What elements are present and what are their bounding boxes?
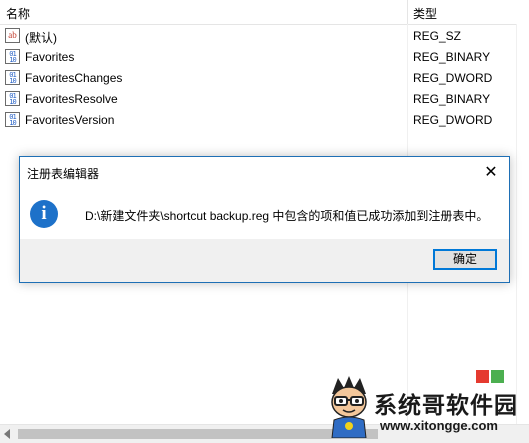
value-type: REG_BINARY <box>413 92 491 106</box>
column-header-type[interactable]: 类型 <box>413 5 437 22</box>
value-type: REG_SZ <box>413 29 462 43</box>
mascot-icon <box>331 376 367 438</box>
value-name: (默认) <box>25 31 57 45</box>
site-watermark: 系统哥软件园 www.xitongge.com <box>318 366 529 442</box>
registry-value-row[interactable]: 01 10 Favorites REG_BINARY <box>0 47 529 68</box>
windows-logo-icon <box>476 370 504 384</box>
column-divider[interactable] <box>407 0 408 24</box>
binary-value-icon: 01 10 <box>5 49 20 64</box>
value-name: FavoritesResolve <box>25 92 118 106</box>
binary-value-icon: 01 10 <box>5 91 20 106</box>
string-value-icon: ab <box>5 28 20 43</box>
dialog-message: D:\新建文件夹\shortcut backup.reg 中包含的项和值已成功添… <box>85 209 489 223</box>
registry-value-row[interactable]: ab (默认) REG_SZ <box>0 26 529 47</box>
value-type: REG_DWORD <box>413 113 493 127</box>
value-name: FavoritesChanges <box>25 71 123 85</box>
binary-value-icon: 01 10 <box>5 112 20 127</box>
column-header-name[interactable]: 名称 <box>6 5 30 22</box>
brand-url: www.xitongge.com <box>380 418 498 433</box>
close-icon[interactable]: ✕ <box>474 158 508 186</box>
registry-editor-dialog: 注册表编辑器 ✕ i D:\新建文件夹\shortcut backup.reg … <box>19 156 510 283</box>
ok-button[interactable]: 确定 <box>433 249 497 270</box>
value-type: REG_DWORD <box>413 71 493 85</box>
scroll-left-arrow-icon[interactable] <box>4 429 10 439</box>
registry-value-row[interactable]: 01 10 FavoritesVersion REG_DWORD <box>0 110 529 131</box>
dialog-title: 注册表编辑器 <box>27 167 100 181</box>
value-name: FavoritesVersion <box>25 113 115 127</box>
column-header: 名称 类型 <box>0 0 529 25</box>
value-name: Favorites <box>25 50 75 64</box>
dialog-footer: 确定 <box>20 239 509 282</box>
registry-value-row[interactable]: 01 10 FavoritesChanges REG_DWORD <box>0 68 529 89</box>
info-icon: i <box>30 200 58 228</box>
binary-value-icon: 01 10 <box>5 70 20 85</box>
registry-value-row[interactable]: 01 10 FavoritesResolve REG_BINARY <box>0 89 529 110</box>
brand-name: 系统哥软件园 <box>374 392 518 418</box>
value-type: REG_BINARY <box>413 50 491 64</box>
